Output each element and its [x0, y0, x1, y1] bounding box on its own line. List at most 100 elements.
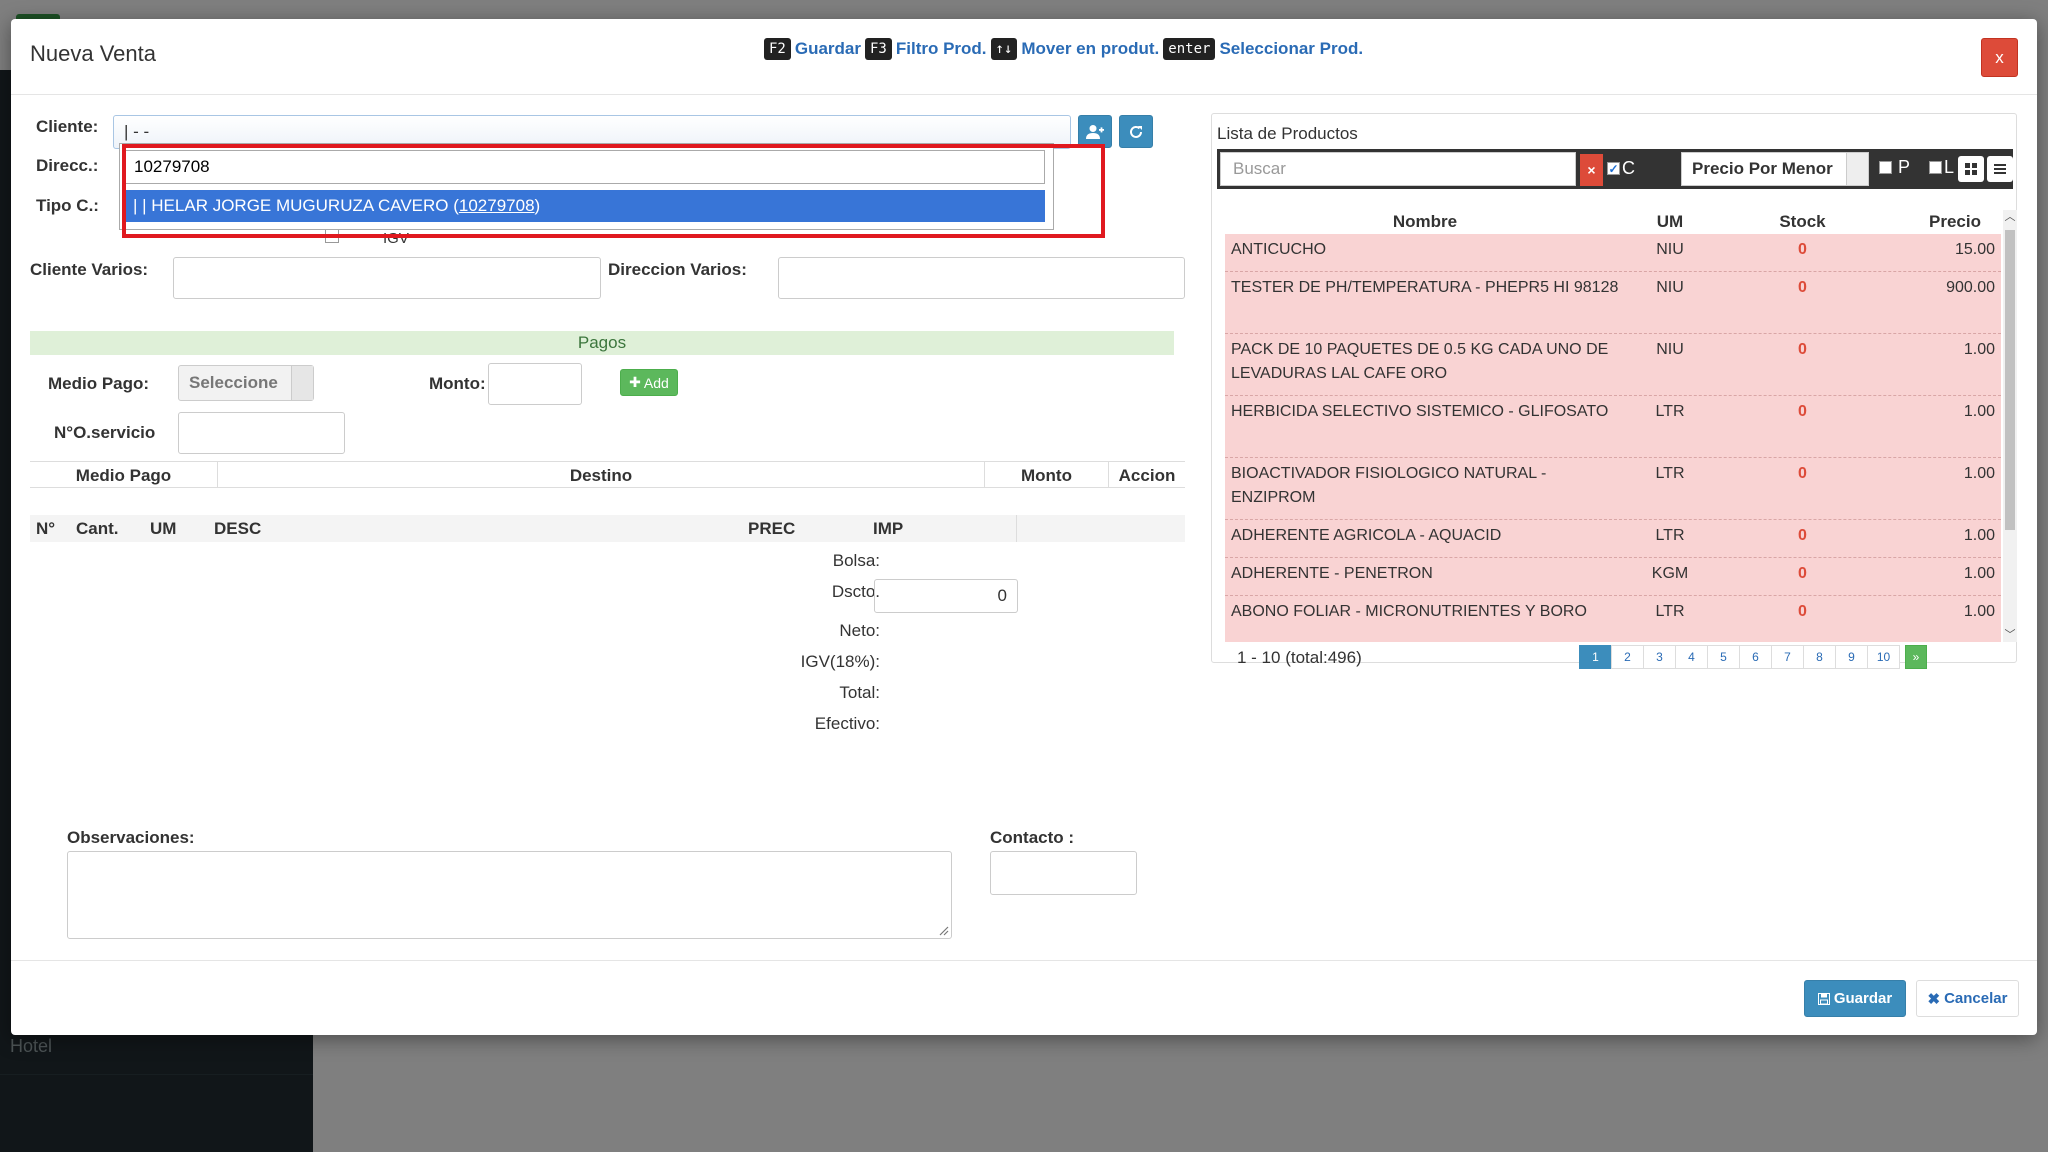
- dscto-label: Dscto.: [831, 582, 880, 601]
- product-row[interactable]: PACK DE 10 PAQUETES DE 0.5 KG CADA UNO D…: [1225, 334, 2001, 396]
- medio-pago-select[interactable]: Seleccione: [178, 365, 314, 401]
- product-scrollbar[interactable]: ︿ ﹀: [2003, 210, 2017, 642]
- product-count: 1 - 10 (total:496): [1237, 648, 1362, 667]
- product-row[interactable]: HERBICIDA SELECTIVO SISTEMICO - GLIFOSAT…: [1225, 396, 2001, 458]
- page-9[interactable]: 9: [1835, 645, 1868, 669]
- product-list-panel: Lista de Productos Buscar × ✓ C Precio Po…: [1211, 113, 2017, 669]
- descuento-input[interactable]: 0: [874, 579, 1018, 613]
- product-precio: 15.00: [1954, 241, 1995, 258]
- product-precio: 1.00: [1963, 403, 1995, 420]
- checkbox-icon: [1879, 161, 1892, 174]
- next-page-button[interactable]: »: [1905, 645, 1927, 669]
- orden-servicio-input[interactable]: [178, 412, 345, 454]
- product-precio: 1.00: [1963, 603, 1995, 620]
- product-precio: 1.00: [1963, 527, 1995, 544]
- observaciones-textarea[interactable]: [67, 851, 952, 939]
- bolsa-label: Bolsa:: [832, 551, 880, 570]
- page-5[interactable]: 5: [1707, 645, 1740, 669]
- product-nombre: HERBICIDA SELECTIVO SISTEMICO - GLIFOSAT…: [1231, 403, 1609, 420]
- product-nombre: ABONO FOLIAR - MICRONUTRIENTES Y BORO: [1231, 603, 1587, 620]
- product-row[interactable]: ABONO FOLIAR - MICRONUTRIENTES Y BORO LT…: [1225, 596, 2001, 642]
- product-row[interactable]: ANTICUCHO NIU 0 15.00: [1225, 234, 2001, 272]
- product-table-header: Nombre UM Stock Precio: [1225, 210, 2001, 234]
- product-stock: 0: [1798, 603, 1807, 620]
- product-um: LTR: [1655, 465, 1685, 482]
- product-table: Nombre UM Stock Precio ANTICUCHO NIU 0 1…: [1225, 210, 2001, 642]
- page-3[interactable]: 3: [1643, 645, 1676, 669]
- filter-l-label: L: [1944, 157, 1955, 177]
- modal-footer-divider: [11, 960, 2037, 961]
- add-payment-button[interactable]: ✚ Add: [620, 369, 678, 396]
- resize-grip-icon[interactable]: [937, 924, 949, 936]
- product-row[interactable]: TESTER DE PH/TEMPERATURA - PHEPR5 HI 981…: [1225, 272, 2001, 334]
- filter-l-checkbox[interactable]: L: [1929, 157, 1954, 178]
- filter-c-label: C: [1622, 158, 1635, 178]
- filter-p-label: P: [1898, 157, 1911, 177]
- highlight-annotation: [122, 144, 1105, 238]
- close-button[interactable]: x: [1981, 38, 2018, 77]
- page-8[interactable]: 8: [1803, 645, 1836, 669]
- scroll-thumb[interactable]: [2005, 230, 2015, 530]
- observaciones-label: Observaciones:: [67, 828, 195, 847]
- product-row[interactable]: BIOACTIVADOR FISIOLOGICO NATURAL - ENZIP…: [1225, 458, 2001, 520]
- product-stock: 0: [1798, 279, 1807, 296]
- list-icon: [1994, 164, 2006, 174]
- header-accion: Accion: [1118, 466, 1176, 485]
- page-4[interactable]: 4: [1675, 645, 1708, 669]
- cancelar-label: Cancelar: [1944, 990, 2008, 1007]
- efectivo-label: Efectivo:: [814, 714, 880, 733]
- guardar-button[interactable]: Guardar: [1804, 980, 1906, 1017]
- price-type-select[interactable]: Precio Por Menor: [1681, 152, 1869, 186]
- price-type-value: Precio Por Menor: [1692, 159, 1833, 178]
- product-stock: 0: [1798, 341, 1807, 358]
- page-1[interactable]: 1: [1579, 645, 1612, 669]
- product-nombre: TESTER DE PH/TEMPERATURA - PHEPR5 HI 981…: [1231, 279, 1619, 296]
- cancelar-button[interactable]: ✖ Cancelar: [1916, 980, 2019, 1017]
- list-view-button[interactable]: [1987, 156, 2013, 182]
- product-nombre: PACK DE 10 PAQUETES DE 0.5 KG CADA UNO D…: [1231, 341, 1609, 382]
- tipo-comprobante-label: Tipo C.:: [36, 196, 99, 215]
- floppy-disk-icon: [1817, 992, 1830, 1005]
- product-row[interactable]: ADHERENTE - PENETRON KGM 0 1.00: [1225, 558, 2001, 596]
- shortcut-label-filtro: Filtro Prod.: [895, 39, 987, 58]
- product-toolbar: Buscar × ✓ C Precio Por Menor P L: [1217, 149, 2013, 189]
- close-icon: ✖: [1927, 990, 1941, 1008]
- total-label: Total:: [839, 683, 880, 702]
- cliente-varios-input[interactable]: [173, 257, 601, 299]
- product-precio: 900.00: [1946, 279, 1995, 296]
- contacto-input[interactable]: [990, 851, 1137, 895]
- product-um: LTR: [1655, 603, 1685, 620]
- neto-label: Neto:: [839, 621, 880, 640]
- cliente-label: Cliente:: [36, 117, 99, 136]
- page-6[interactable]: 6: [1739, 645, 1772, 669]
- shortcut-label-seleccionar: Seleccionar Prod.: [1219, 39, 1364, 58]
- refresh-button[interactable]: [1119, 115, 1153, 148]
- medio-pago-label: Medio Pago:: [48, 374, 150, 393]
- product-nombre: ADHERENTE AGRICOLA - AQUACID: [1231, 527, 1502, 544]
- filter-c-checkbox[interactable]: ✓ C: [1607, 158, 1635, 179]
- page-10[interactable]: 10: [1867, 645, 1900, 669]
- items-table-header: N° Cant. UM DESC PREC IMP: [30, 515, 1185, 542]
- medio-pago-value: Seleccione: [189, 373, 278, 392]
- monto-input[interactable]: [488, 363, 582, 405]
- shortcut-label-mover: Mover en produt.: [1021, 39, 1160, 58]
- chevron-down-icon: [291, 366, 313, 400]
- page-7[interactable]: 7: [1771, 645, 1804, 669]
- product-um: NIU: [1656, 279, 1684, 296]
- modal-header: Nueva Venta F2 Guardar F3 Filtro Prod. ↑…: [11, 19, 2037, 95]
- product-precio: 1.00: [1963, 341, 1995, 358]
- filter-p-checkbox[interactable]: P: [1879, 157, 1910, 178]
- clear-search-button[interactable]: ×: [1580, 154, 1603, 186]
- header-monto: Monto: [985, 462, 1109, 487]
- user-plus-icon: [1086, 124, 1104, 139]
- scroll-up-icon[interactable]: ︿: [2003, 210, 2017, 224]
- header-um: UM: [150, 519, 177, 538]
- page-2[interactable]: 2: [1611, 645, 1644, 669]
- header-precio: Precio: [1929, 212, 1981, 231]
- product-row[interactable]: ADHERENTE AGRICOLA - AQUACID LTR 0 1.00: [1225, 520, 2001, 558]
- product-search-input[interactable]: Buscar: [1220, 152, 1576, 186]
- grid-view-button[interactable]: [1958, 156, 1984, 182]
- header-nombre: Nombre: [1392, 212, 1458, 231]
- scroll-down-icon[interactable]: ﹀: [2003, 628, 2017, 642]
- direccion-varios-input[interactable]: [778, 257, 1185, 299]
